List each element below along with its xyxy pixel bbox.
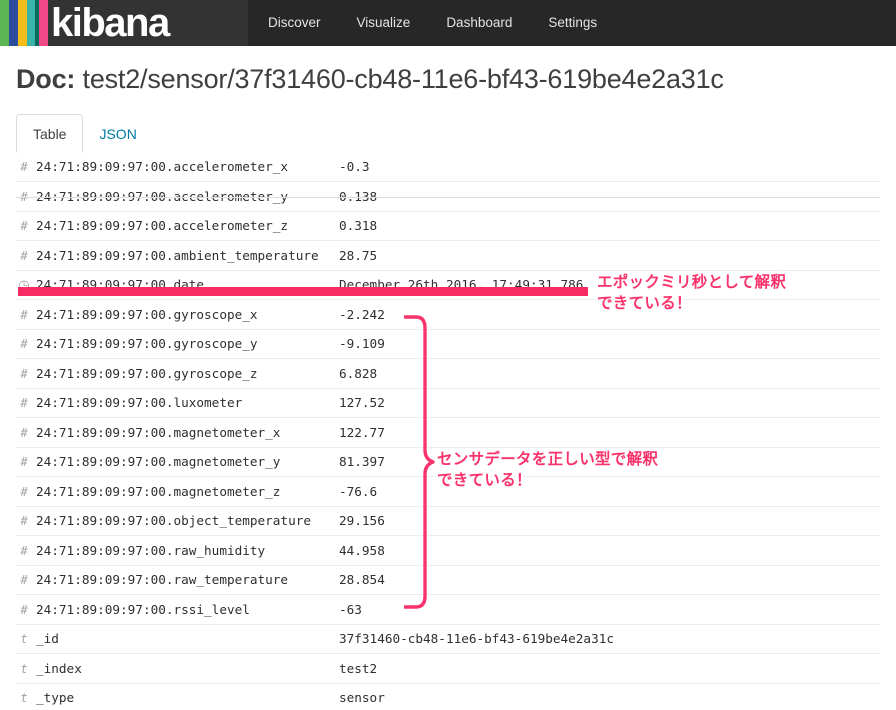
field-type-cell: t	[16, 624, 36, 654]
annotation-sensor-note: センサデータを正しい型で解釈 できている！	[437, 450, 659, 489]
brand-logo[interactable]: kibana	[0, 0, 248, 46]
table-row[interactable]: #24:71:89:09:97:00.object_temperature 29.…	[16, 506, 880, 536]
field-name-cell: 24:71:89:09:97:00.gyroscope_z	[36, 358, 339, 389]
field-name-cell: 24:71:89:09:97:00.raw_temperature	[36, 565, 339, 595]
number-type-icon: #	[20, 424, 28, 440]
nav-link-settings[interactable]: Settings	[530, 0, 615, 46]
table-row[interactable]: #24:71:89:09:97:00.rssi_level -63	[16, 594, 880, 625]
top-navbar: kibana Discover Visualize Dashboard Sett…	[0, 0, 896, 46]
field-name-cell: 24:71:89:09:97:00.magnetometer_y	[36, 447, 339, 477]
field-type-cell: #	[16, 358, 36, 389]
nav-link-discover[interactable]: Discover	[248, 0, 339, 46]
field-name-cell: 24:71:89:09:97:00.luxometer	[36, 388, 339, 418]
field-type-cell: #	[16, 476, 36, 507]
field-type-cell: #	[16, 152, 36, 182]
field-value-cell: test2	[339, 653, 880, 684]
field-value-cell: -0.3	[339, 152, 880, 182]
field-name-cell: 24:71:89:09:97:00.gyroscope_x	[36, 299, 339, 330]
annotation-epoch-note: エポックミリ秒として解釈 できている！	[597, 273, 787, 312]
number-type-icon: #	[20, 306, 28, 322]
field-name-cell: 24:71:89:09:97:00.gyroscope_y	[36, 329, 339, 359]
field-type-cell: #	[16, 565, 36, 595]
field-type-cell: #	[16, 329, 36, 359]
nav-links: Discover Visualize Dashboard Settings	[248, 0, 896, 46]
field-type-cell: #	[16, 211, 36, 241]
table-row[interactable]: #24:71:89:09:97:00.raw_temperature 28.854	[16, 565, 880, 595]
field-type-cell: #	[16, 447, 36, 477]
field-name-cell: 24:71:89:09:97:00.accelerometer_z	[36, 211, 339, 241]
sensor-rows-bracket-annotation	[403, 314, 440, 610]
table-row[interactable]: #24:71:89:09:97:00.magnetometer_x 122.77	[16, 417, 880, 448]
string-type-icon: t	[20, 690, 28, 706]
table-row[interactable]: t _index test2	[16, 653, 880, 684]
field-name-cell: 24:71:89:09:97:00.accelerometer_x	[36, 152, 339, 182]
page-title: Doc: test2/sensor/37f31460-cb48-11e6-bf4…	[16, 64, 896, 95]
field-type-cell: #	[16, 535, 36, 566]
field-type-cell: t	[16, 683, 36, 710]
nav-link-dashboard[interactable]: Dashboard	[428, 0, 530, 46]
number-type-icon: #	[20, 513, 28, 529]
field-value-cell: 0.318	[339, 211, 880, 241]
field-name-cell: 24:71:89:09:97:00.rssi_level	[36, 594, 339, 625]
number-type-icon: #	[20, 454, 28, 470]
table-row[interactable]: #24:71:89:09:97:00.ambient_temperature 28…	[16, 240, 880, 271]
date-row-highlight-marker	[18, 287, 588, 296]
number-type-icon: #	[20, 572, 28, 588]
field-name-cell: _type	[36, 683, 339, 710]
page-root: kibana Discover Visualize Dashboard Sett…	[0, 0, 896, 710]
number-type-icon: #	[20, 365, 28, 381]
table-row[interactable]: #24:71:89:09:97:00.gyroscope_y -9.109	[16, 329, 880, 359]
doc-field-table: #24:71:89:09:97:00.accelerometer_x-0.3#2…	[16, 152, 880, 710]
number-type-icon: #	[20, 159, 28, 174]
number-type-icon: #	[20, 218, 28, 234]
brand-name: kibana	[51, 1, 170, 45]
number-type-icon: #	[20, 247, 28, 263]
field-value-cell: 37f31460-cb48-11e6-bf43-619be4e2a31c	[339, 624, 880, 654]
table-row[interactable]: #24:71:89:09:97:00.accelerometer_z 0.318	[16, 211, 880, 241]
number-type-icon: #	[20, 542, 28, 558]
tab-table[interactable]: Table	[16, 114, 84, 153]
string-type-icon: t	[20, 631, 28, 647]
table-row[interactable]: t _type sensor	[16, 683, 880, 710]
number-type-icon: #	[20, 395, 28, 411]
field-type-cell: #	[16, 506, 36, 536]
field-type-cell: #	[16, 299, 36, 330]
field-name-cell: 24:71:89:09:97:00.object_temperature	[36, 506, 339, 536]
field-name-cell: 24:71:89:09:97:00.magnetometer_z	[36, 476, 339, 507]
table-row[interactable]: #24:71:89:09:97:00.accelerometer_x -0.3	[16, 152, 880, 182]
table-row[interactable]: t _id 37f31460-cb48-11e6-bf43-619be4e2a31c	[16, 624, 880, 654]
number-type-icon: #	[20, 336, 28, 352]
number-type-icon: #	[20, 601, 28, 617]
number-type-icon: #	[20, 483, 28, 499]
page-title-prefix: Doc:	[16, 64, 76, 94]
table-row[interactable]: #24:71:89:09:97:00.luxometer 127.52	[16, 388, 880, 418]
field-type-cell: t	[16, 653, 36, 684]
tab-json[interactable]: JSON	[83, 115, 152, 152]
field-type-cell: #	[16, 417, 36, 448]
page-title-value: test2/sensor/37f31460-cb48-11e6-bf43-619…	[82, 64, 724, 94]
nav-link-visualize[interactable]: Visualize	[339, 0, 429, 46]
field-name-cell: 24:71:89:09:97:00.magnetometer_x	[36, 417, 339, 448]
field-name-cell: 24:71:89:09:97:00.raw_humidity	[36, 535, 339, 566]
field-type-cell: #	[16, 594, 36, 625]
field-name-cell: _id	[36, 624, 339, 654]
field-name-cell: _index	[36, 653, 339, 684]
field-type-cell: #	[16, 388, 36, 418]
table-row[interactable]: #24:71:89:09:97:00.raw_humidity 44.958	[16, 535, 880, 566]
doc-view-tabs: Table JSON	[16, 112, 896, 153]
kibana-stripes-icon	[0, 0, 48, 46]
field-name-cell: 24:71:89:09:97:00.ambient_temperature	[36, 240, 339, 271]
field-value-cell: 28.75	[339, 240, 880, 271]
table-row[interactable]: #24:71:89:09:97:00.gyroscope_z 6.828	[16, 358, 880, 389]
field-value-cell: sensor	[339, 683, 880, 710]
field-type-cell: #	[16, 240, 36, 271]
string-type-icon: t	[20, 660, 28, 676]
tabs-underline	[16, 197, 880, 198]
